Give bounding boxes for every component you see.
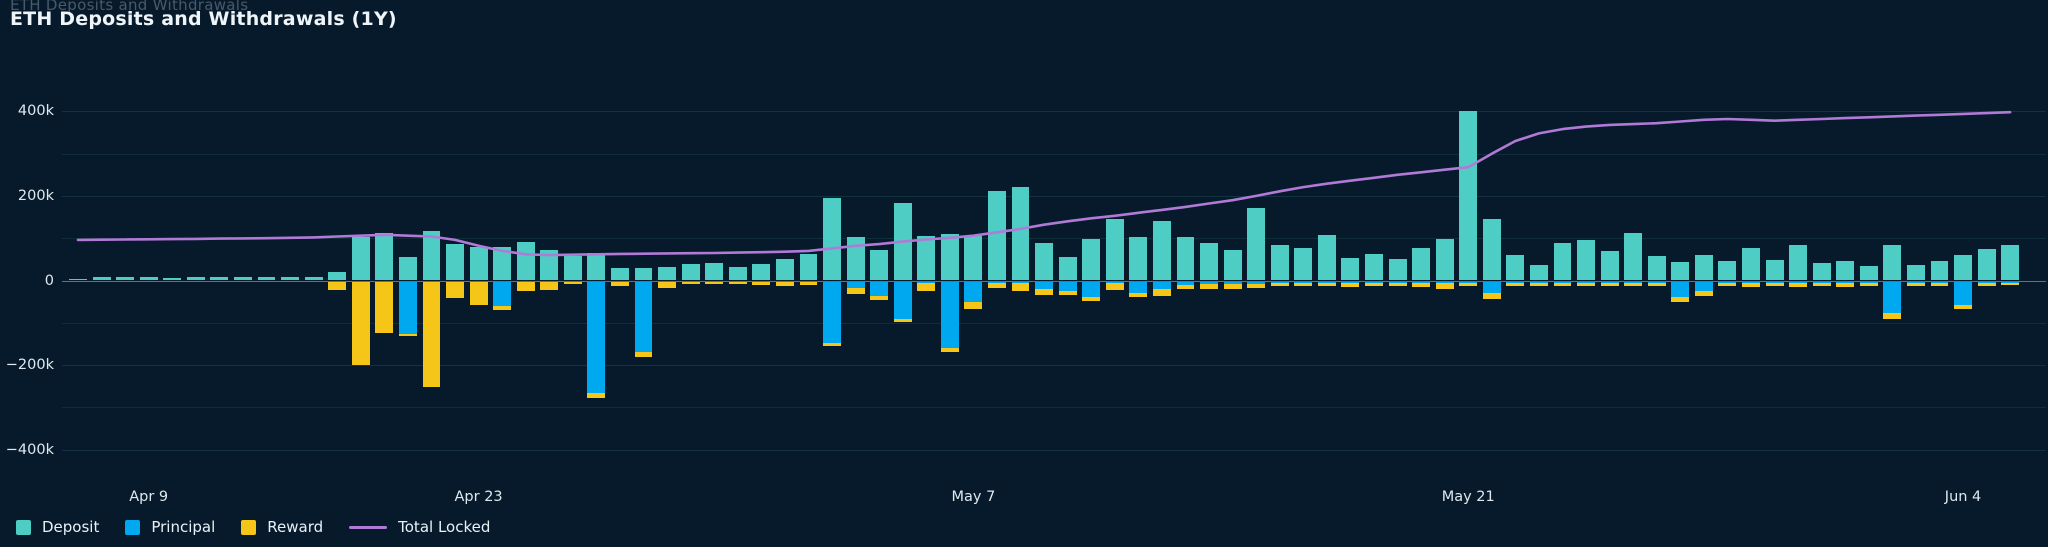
legend-label: Principal xyxy=(151,518,215,536)
legend-label: Total Locked xyxy=(398,518,490,536)
legend-item-total-locked[interactable]: Total Locked xyxy=(349,518,490,536)
total-locked-line xyxy=(62,86,2046,475)
x-axis-tick-label: May 7 xyxy=(952,489,996,505)
legend-swatch xyxy=(16,520,31,535)
legend-item-principal[interactable]: Principal xyxy=(125,518,215,536)
y-axis-tick-label: 0 xyxy=(0,273,54,289)
x-axis-tick-label: Jun 4 xyxy=(1945,489,1982,505)
x-axis-tick-label: Apr 23 xyxy=(455,489,503,505)
chart-container: ETH Deposits and Withdrawals ETH Deposit… xyxy=(0,0,2048,547)
y-axis-tick-label: 400k xyxy=(0,103,54,119)
legend-item-deposit[interactable]: Deposit xyxy=(16,518,99,536)
y-axis-tick-label: 200k xyxy=(0,188,54,204)
legend-swatch xyxy=(241,520,256,535)
chart-title: ETH Deposits and Withdrawals (1Y) xyxy=(10,8,397,30)
total-locked-path xyxy=(78,112,2010,255)
legend-label: Deposit xyxy=(42,518,99,536)
x-axis-tick-label: Apr 9 xyxy=(129,489,168,505)
chart-legend: Deposit Principal Reward Total Locked xyxy=(16,515,516,539)
y-axis-tick-label: −400k xyxy=(0,442,54,458)
y-axis-tick-label: −200k xyxy=(0,357,54,373)
legend-item-reward[interactable]: Reward xyxy=(241,518,323,536)
legend-line-marker xyxy=(349,526,387,529)
legend-label: Reward xyxy=(267,518,323,536)
legend-swatch xyxy=(125,520,140,535)
x-axis: Apr 9Apr 23May 7May 21Jun 4Jun 18 xyxy=(0,489,2048,509)
x-axis-tick-label: May 21 xyxy=(1442,489,1495,505)
